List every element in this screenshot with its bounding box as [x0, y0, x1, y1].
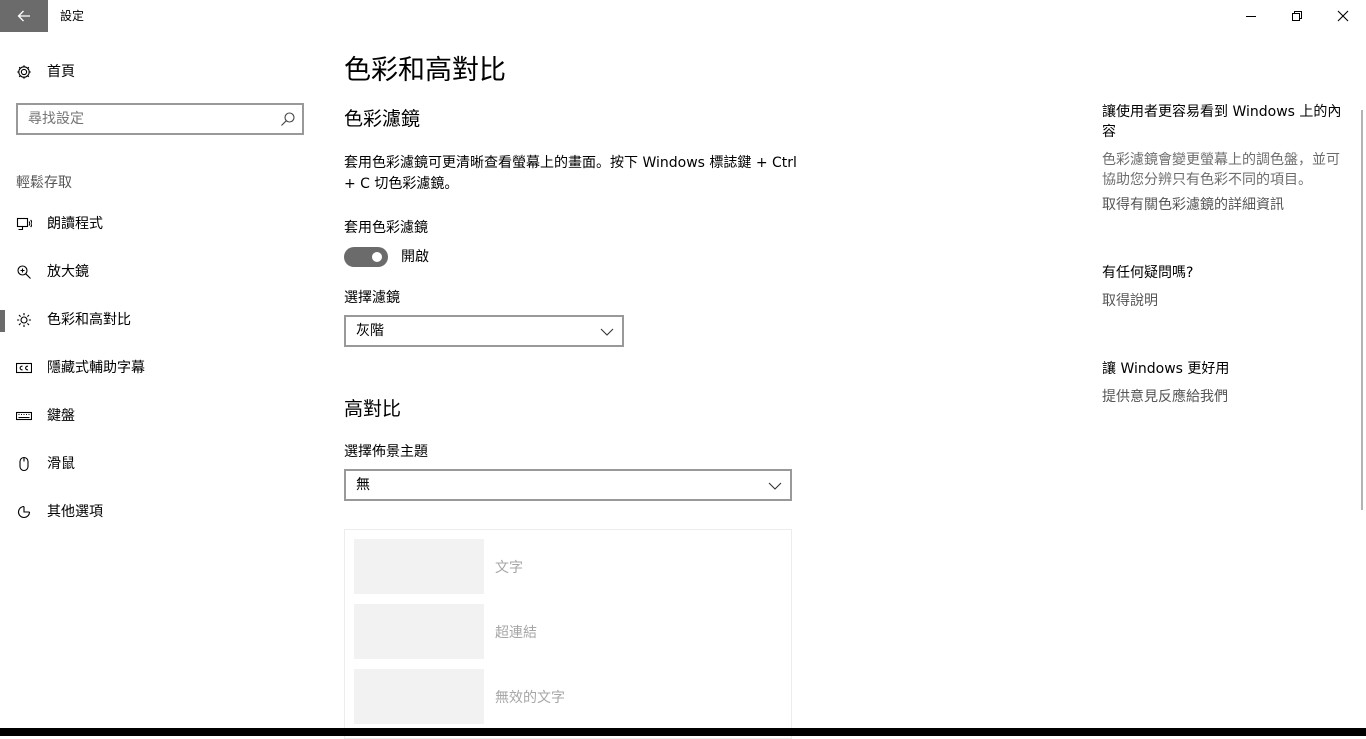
other-options-icon — [17, 505, 31, 519]
filter-select-value: 灰階 — [356, 323, 384, 339]
sidebar-item-other-options[interactable]: 其他選項 — [0, 492, 310, 532]
color-filter-toggle-label: 套用色彩濾鏡 — [344, 220, 428, 236]
sidebar-item-label: 鍵盤 — [47, 408, 75, 424]
restore-icon — [1292, 11, 1302, 21]
high-contrast-preview: 文字 超連結 無效的文字 — [344, 529, 792, 739]
preview-label-text: 文字 — [495, 560, 523, 576]
keyboard-icon — [16, 411, 32, 421]
active-indicator — [0, 310, 5, 332]
sidebar-item-magnifier[interactable]: 放大鏡 — [0, 252, 310, 292]
related-heading: 讓使用者更容易看到 Windows 上的內容 — [1102, 104, 1342, 140]
sidebar-item-label: 色彩和高對比 — [47, 312, 131, 328]
mouse-icon — [19, 456, 29, 472]
theme-select[interactable]: 無 — [344, 469, 792, 501]
home-label: 首頁 — [47, 64, 75, 80]
page-title: 色彩和高對比 — [344, 55, 506, 86]
toggle-state-text: 開啟 — [401, 249, 429, 265]
color-filters-description: 套用色彩濾鏡可更清晰查看螢幕上的畫面。按下 Windows 標誌鍵 + Ctrl… — [344, 155, 797, 192]
close-icon — [1337, 10, 1349, 22]
text-color-swatch — [354, 539, 484, 594]
sidebar-item-label: 放大鏡 — [47, 264, 89, 280]
minimize-button[interactable] — [1228, 0, 1274, 32]
theme-select-value: 無 — [356, 477, 370, 493]
chevron-down-icon — [600, 328, 614, 336]
filter-select[interactable]: 灰階 — [344, 315, 624, 347]
sidebar-item-narrator[interactable]: 朗讀程式 — [0, 204, 310, 244]
related-description: 色彩濾鏡會變更螢幕上的調色盤，並可協助您分辨只有色彩不同的項目。 — [1102, 152, 1340, 188]
filter-select-label: 選擇濾鏡 — [344, 290, 400, 306]
high-contrast-heading: 高對比 — [344, 398, 402, 420]
toggle-knob — [372, 252, 382, 262]
sidebar-section-label: 輕鬆存取 — [16, 175, 72, 191]
search-box[interactable] — [16, 103, 304, 135]
sidebar-item-label: 隱藏式輔助字幕 — [47, 360, 145, 376]
window-title: 設定 — [60, 9, 85, 23]
close-button[interactable] — [1320, 0, 1366, 32]
sidebar-item-closed-captions[interactable]: 隱藏式輔助字幕 — [0, 348, 310, 388]
closed-captions-icon — [16, 362, 32, 374]
theme-select-label: 選擇佈景主題 — [344, 444, 428, 460]
taskbar — [0, 728, 1366, 736]
search-input[interactable] — [18, 105, 268, 133]
back-arrow-icon — [17, 10, 30, 22]
feedback-heading: 讓 Windows 更好用 — [1102, 361, 1230, 377]
magnifier-icon — [17, 265, 31, 279]
sidebar-item-color-high-contrast[interactable]: 色彩和高對比 — [0, 300, 310, 340]
sidebar-item-keyboard[interactable]: 鍵盤 — [0, 396, 310, 436]
search-icon[interactable] — [280, 111, 296, 127]
brightness-icon — [17, 313, 31, 327]
sidebar-item-label: 滑鼠 — [47, 456, 75, 472]
color-filters-heading: 色彩濾鏡 — [344, 108, 421, 130]
sidebar-item-mouse[interactable]: 滑鼠 — [0, 444, 310, 484]
back-button[interactable] — [0, 0, 48, 32]
preview-label-disabled-text: 無效的文字 — [495, 690, 565, 706]
title-bar: 設定 — [0, 0, 1366, 32]
sidebar-item-label: 其他選項 — [47, 504, 103, 520]
chevron-down-icon — [768, 482, 782, 490]
get-help-link[interactable]: 取得說明 — [1102, 291, 1158, 311]
feedback-link[interactable]: 提供意見反應給我們 — [1102, 387, 1228, 407]
restore-button[interactable] — [1274, 0, 1320, 32]
disabled-text-color-swatch — [354, 669, 484, 724]
sidebar-item-label: 朗讀程式 — [47, 216, 103, 232]
preview-label-hyperlink: 超連結 — [495, 625, 537, 641]
hyperlink-color-swatch — [354, 604, 484, 659]
narrator-icon — [16, 217, 32, 231]
questions-heading: 有任何疑問嗎? — [1102, 265, 1194, 281]
color-filter-toggle[interactable] — [344, 247, 388, 267]
scrollbar[interactable] — [1361, 110, 1363, 510]
gear-icon — [16, 64, 32, 80]
minimize-icon — [1246, 16, 1256, 17]
color-filter-info-link[interactable]: 取得有關色彩濾鏡的詳細資訊 — [1102, 195, 1284, 215]
home-nav-item[interactable]: 首頁 — [16, 62, 75, 82]
